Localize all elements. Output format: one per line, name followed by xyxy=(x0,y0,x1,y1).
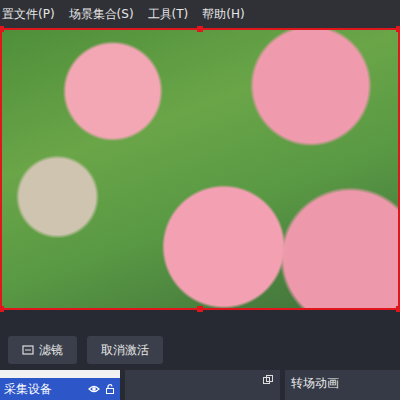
preview-area[interactable] xyxy=(0,28,400,310)
dock-row: 采集设备 转场动画 xyxy=(0,370,400,400)
resize-handle[interactable] xyxy=(197,26,203,32)
menu-bar: 置文件(P) 场景集合(S) 工具(T) 帮助(H) xyxy=(0,0,400,28)
resize-handle[interactable] xyxy=(396,26,400,32)
source-row[interactable]: 采集设备 xyxy=(0,378,120,400)
resize-handle[interactable] xyxy=(197,306,203,312)
eye-icon[interactable] xyxy=(88,383,100,395)
obs-window: 置文件(P)场景集合(S)工具(T)帮助(H)滤镜取消激活采集设备转场动画 xyxy=(0,0,400,400)
game-frame xyxy=(2,30,398,308)
mixer-dock xyxy=(125,370,280,400)
menu-item[interactable]: 帮助(H) xyxy=(202,5,244,23)
source-name: 采集设备 xyxy=(4,380,84,398)
control-button[interactable]: 滤镜 xyxy=(8,336,77,364)
source-list: 采集设备 xyxy=(0,370,120,400)
resize-handle[interactable] xyxy=(396,306,400,312)
transition-dock-title: 转场动画 xyxy=(285,370,400,400)
controls-bar: 滤镜取消激活 xyxy=(0,336,400,364)
menu-item[interactable]: 置文件(P) xyxy=(2,5,55,23)
unlock-icon[interactable] xyxy=(104,383,116,395)
resize-handle[interactable] xyxy=(0,26,4,32)
resize-handle[interactable] xyxy=(0,306,4,312)
float-icon[interactable] xyxy=(262,374,274,386)
filter-icon[interactable] xyxy=(22,344,34,356)
menu-item[interactable]: 场景集合(S) xyxy=(69,5,134,23)
control-button[interactable]: 取消激活 xyxy=(87,336,163,364)
bottom-panel: 滤镜取消激活采集设备转场动画 xyxy=(0,310,400,400)
menu-item[interactable]: 工具(T) xyxy=(148,5,189,23)
